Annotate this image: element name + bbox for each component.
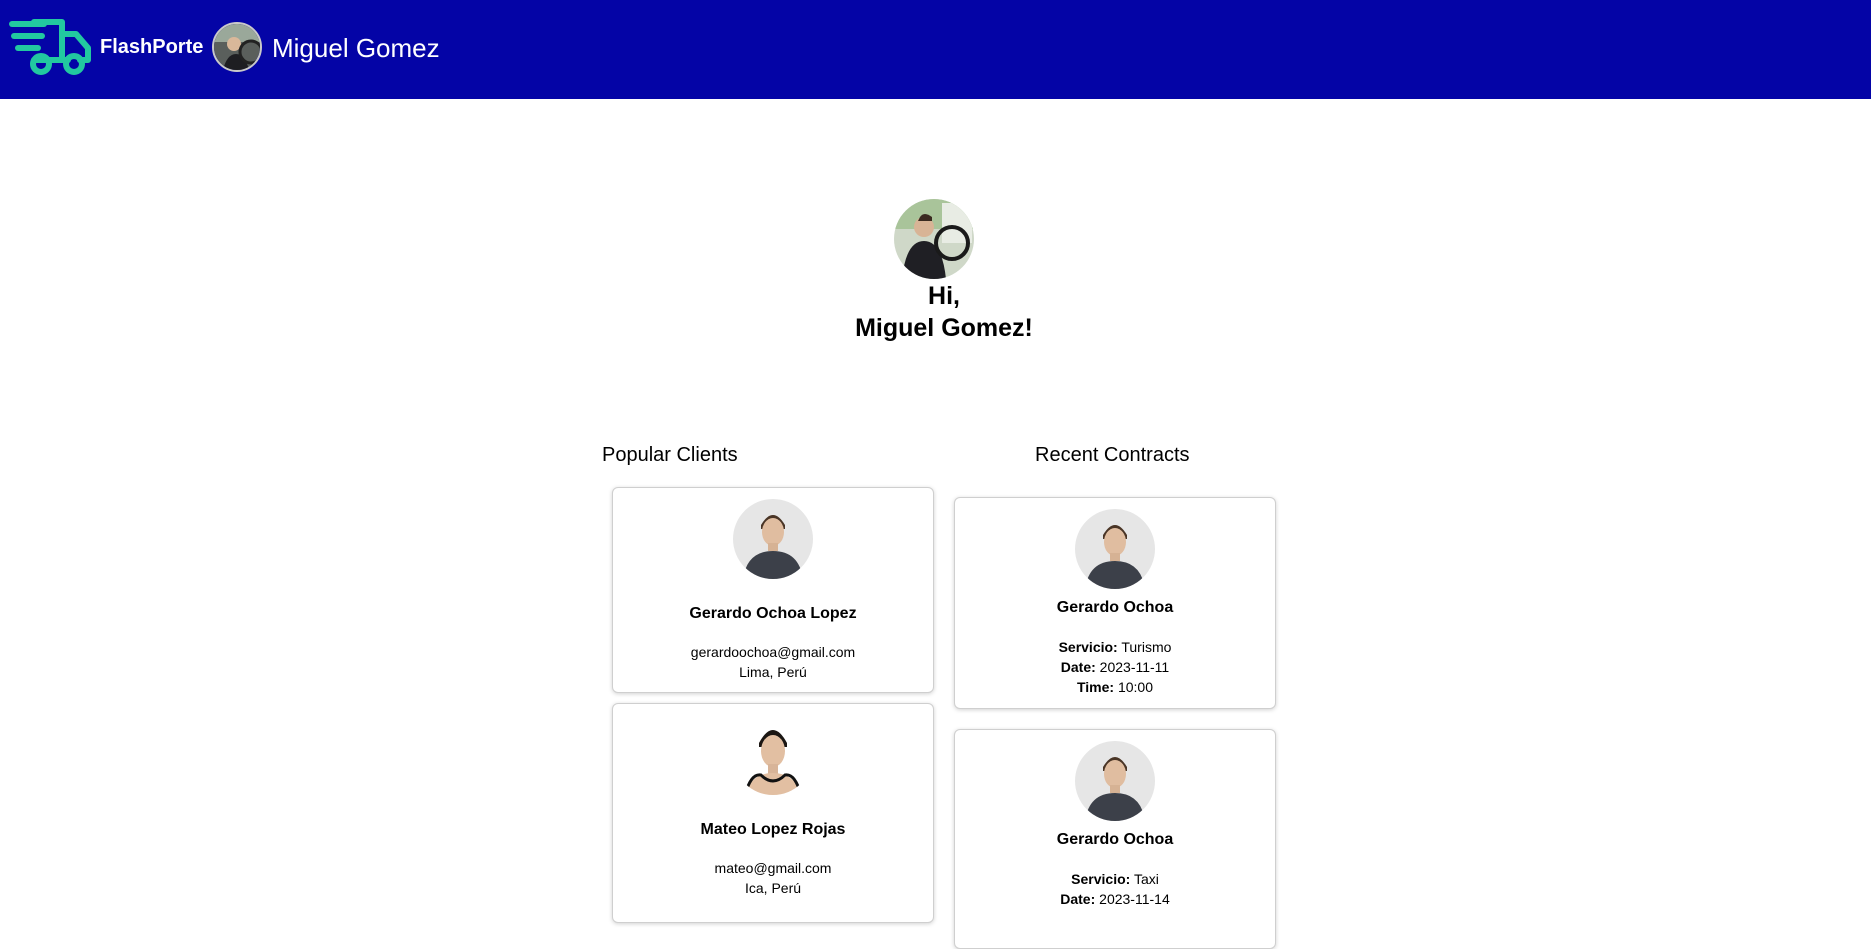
service-label: Servicio: (1071, 871, 1131, 887)
service-value: Turismo (1121, 639, 1172, 655)
greeting-line-1: Hi, (928, 282, 960, 310)
contract-date: Date: 2023-11-11 (955, 657, 1275, 677)
nav-user-name[interactable]: Miguel Gomez (272, 32, 440, 64)
greeting-line-2: Miguel Gomez! (855, 314, 1033, 342)
date-label: Date: (1060, 659, 1096, 675)
date-label: Date: (1060, 891, 1096, 907)
contract-client-avatar (1075, 741, 1155, 821)
client-name: Gerardo Ochoa Lopez (689, 605, 857, 622)
popular-clients-title: Popular Clients (602, 444, 738, 466)
time-label: Time: (1076, 679, 1115, 695)
contract-client-avatar (1075, 509, 1155, 589)
contract-card[interactable]: Gerardo Ochoa Servicio: Taxi Date: 2023-… (954, 729, 1276, 949)
service-value: Taxi (1133, 871, 1159, 887)
date-value: 2023-11-11 (1099, 659, 1170, 675)
service-label: Servicio: (1058, 639, 1118, 655)
client-avatar (733, 499, 813, 579)
contract-client-name: Gerardo Ochoa (1056, 599, 1174, 616)
greeting-heading: Hi, Miguel Gomez! (760, 280, 1128, 344)
profile-avatar (894, 199, 974, 279)
contract-time: Time: 10:00 (955, 677, 1275, 697)
client-location: Ica, Perú (744, 880, 802, 896)
contract-date: Date: 2023-11-14 (955, 889, 1275, 909)
client-email: mateo@gmail.com (714, 860, 832, 876)
contract-card[interactable]: Gerardo Ochoa Servicio: Turismo Date: 20… (954, 497, 1276, 709)
contract-service: Servicio: Turismo (955, 637, 1275, 657)
top-navbar: FlashPorte Miguel Gomez (0, 0, 1871, 99)
date-value: 2023-11-14 (1099, 891, 1170, 907)
delivery-truck-icon[interactable] (8, 16, 92, 76)
brand-name[interactable]: FlashPorte (100, 35, 203, 59)
user-avatar[interactable] (212, 22, 262, 72)
client-avatar (733, 715, 813, 795)
client-email: gerardoochoa@gmail.com (690, 644, 856, 660)
contract-client-name: Gerardo Ochoa (1056, 831, 1174, 848)
recent-contracts-title: Recent Contracts (1035, 444, 1190, 466)
time-value: 10:00 (1117, 679, 1154, 695)
contract-service: Servicio: Taxi (955, 869, 1275, 889)
client-location: Lima, Perú (739, 664, 807, 680)
client-card[interactable]: Mateo Lopez Rojas mateo@gmail.com Ica, P… (612, 703, 934, 923)
client-card[interactable]: Gerardo Ochoa Lopez gerardoochoa@gmail.c… (612, 487, 934, 693)
client-name: Mateo Lopez Rojas (700, 821, 846, 838)
